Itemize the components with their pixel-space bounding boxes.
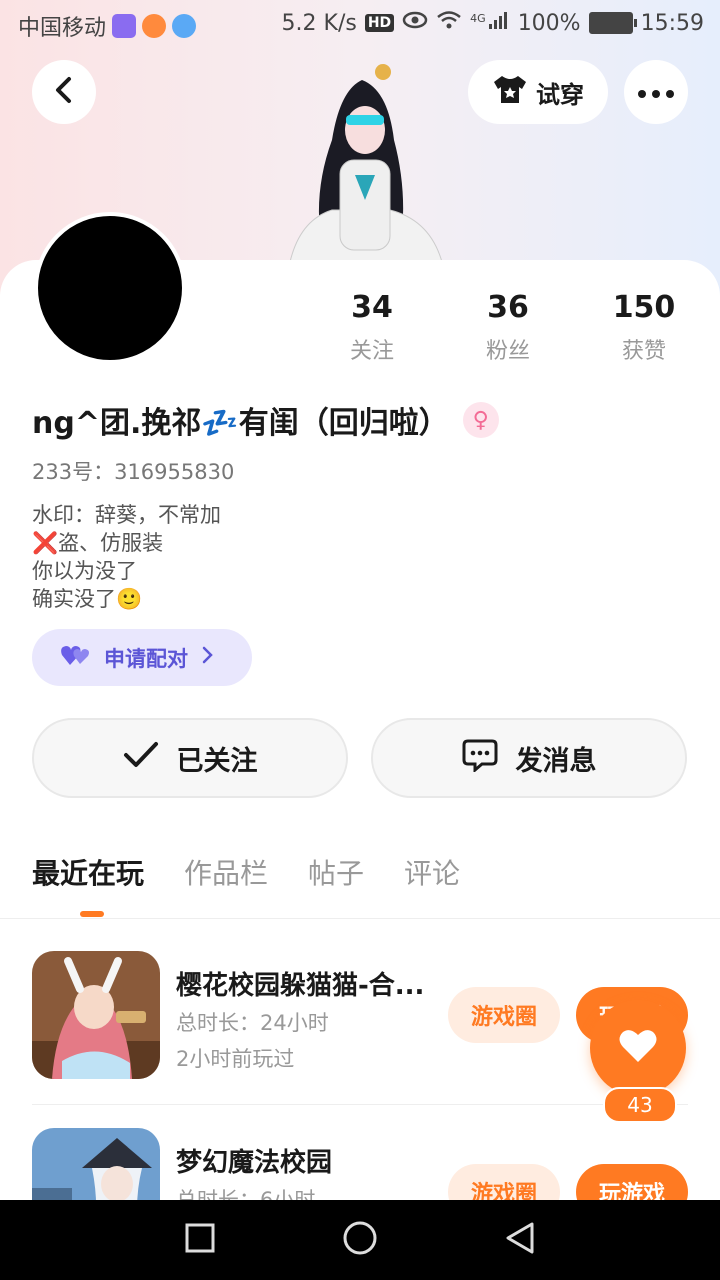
square-icon <box>184 1222 216 1258</box>
clock: 15:59 <box>640 10 704 36</box>
like-button[interactable] <box>590 1000 686 1096</box>
chevron-right-icon <box>200 645 214 670</box>
username-row: ng^团.挽祁💤有闺（回归啦） ♀ <box>32 398 499 442</box>
game-title: 梦幻魔法校园 <box>176 1148 333 1178</box>
following-button[interactable]: 已关注 <box>32 718 348 798</box>
wifi-icon <box>436 10 462 36</box>
double-heart-icon <box>60 643 92 672</box>
tab-works[interactable]: 作品栏 <box>184 852 268 892</box>
game-icon <box>32 951 160 1079</box>
active-tab-indicator <box>80 911 104 917</box>
carrier-name: 中国移动 <box>18 16 107 41</box>
game-circle-button[interactable]: 游戏圈 <box>448 987 560 1043</box>
tshirt-icon <box>492 73 528 111</box>
bio-line: ❌盗、仿服装 <box>32 531 164 555</box>
try-on-label: 试穿 <box>536 80 584 109</box>
bio-line: 水印：辞葵，不常加 <box>32 503 221 527</box>
heart-icon <box>618 1028 658 1068</box>
back-button[interactable] <box>32 60 96 124</box>
chat-bubble-icon <box>462 738 498 779</box>
network-speed: 5.2 K/s <box>281 10 357 36</box>
bio-line: 确实没了🙂 <box>32 587 143 611</box>
stat-label: 关注 <box>349 339 394 364</box>
app-notification-icon <box>142 14 167 38</box>
triangle-back-icon <box>504 1221 536 1259</box>
battery-percent: 100% <box>517 10 581 36</box>
send-message-button[interactable]: 发消息 <box>371 718 687 798</box>
stat-followers[interactable]: 36 粉丝 <box>448 290 568 365</box>
username: ng^团.挽祁💤有闺（回归啦） <box>32 406 449 441</box>
request-pair-label: 申请配对 <box>104 646 188 671</box>
stat-label: 获赞 <box>621 339 666 364</box>
bio: 水印：辞葵，不常加 ❌盗、仿服装 你以为没了 确实没了🙂 <box>32 501 221 613</box>
hd-icon: HD <box>364 14 395 32</box>
back-nav-button[interactable] <box>500 1220 540 1260</box>
tab-comments[interactable]: 评论 <box>404 852 460 892</box>
send-message-label: 发消息 <box>515 745 597 777</box>
battery-icon <box>588 12 637 34</box>
avatar-3d-figure <box>270 50 450 263</box>
tabs-divider <box>0 918 720 919</box>
game-duration: 总时长：24小时 <box>176 1011 329 1035</box>
game-last-played: 2小时前玩过 <box>176 1047 295 1071</box>
stat-following[interactable]: 34 关注 <box>312 290 432 365</box>
user-id: 233号：316955830 <box>32 460 235 484</box>
app-notification-icon <box>172 14 197 38</box>
like-count: 43 <box>603 1087 677 1123</box>
stat-value: 34 <box>351 290 393 325</box>
following-label: 已关注 <box>176 745 258 777</box>
status-bar: 中国移动 5.2 K/s HD 4G 100% 15:59 <box>0 0 720 50</box>
request-pair-button[interactable]: 申请配对 <box>32 629 252 686</box>
stat-value: 150 <box>612 290 676 325</box>
app-notification-icon <box>112 14 137 38</box>
system-navigation-bar <box>0 1200 720 1280</box>
avatar[interactable] <box>34 212 186 364</box>
bio-line: 你以为没了 <box>32 559 137 583</box>
profile-tabs: 最近在玩 作品栏 帖子 评论 <box>32 852 460 892</box>
stat-value: 36 <box>487 290 529 325</box>
tab-recently-played[interactable]: 最近在玩 <box>32 852 144 892</box>
signal-icon <box>488 10 510 36</box>
row-divider <box>32 1104 688 1105</box>
network-type-label: 4G <box>470 11 486 25</box>
tab-posts[interactable]: 帖子 <box>308 852 364 892</box>
circle-icon <box>342 1220 378 1260</box>
female-gender-icon: ♀ <box>462 402 499 438</box>
recent-apps-button[interactable] <box>180 1220 220 1260</box>
checkmark-icon <box>123 741 159 776</box>
home-button[interactable] <box>340 1220 380 1260</box>
chevron-left-icon <box>52 76 76 108</box>
stat-label: 粉丝 <box>485 339 530 364</box>
stat-likes[interactable]: 150 获赞 <box>584 290 704 365</box>
game-title: 樱花校园躲猫猫-合... <box>176 971 425 1001</box>
more-options-button[interactable] <box>624 60 688 124</box>
eye-icon <box>402 10 428 36</box>
try-on-button[interactable]: 试穿 <box>468 60 608 124</box>
more-dots-icon <box>638 83 674 102</box>
